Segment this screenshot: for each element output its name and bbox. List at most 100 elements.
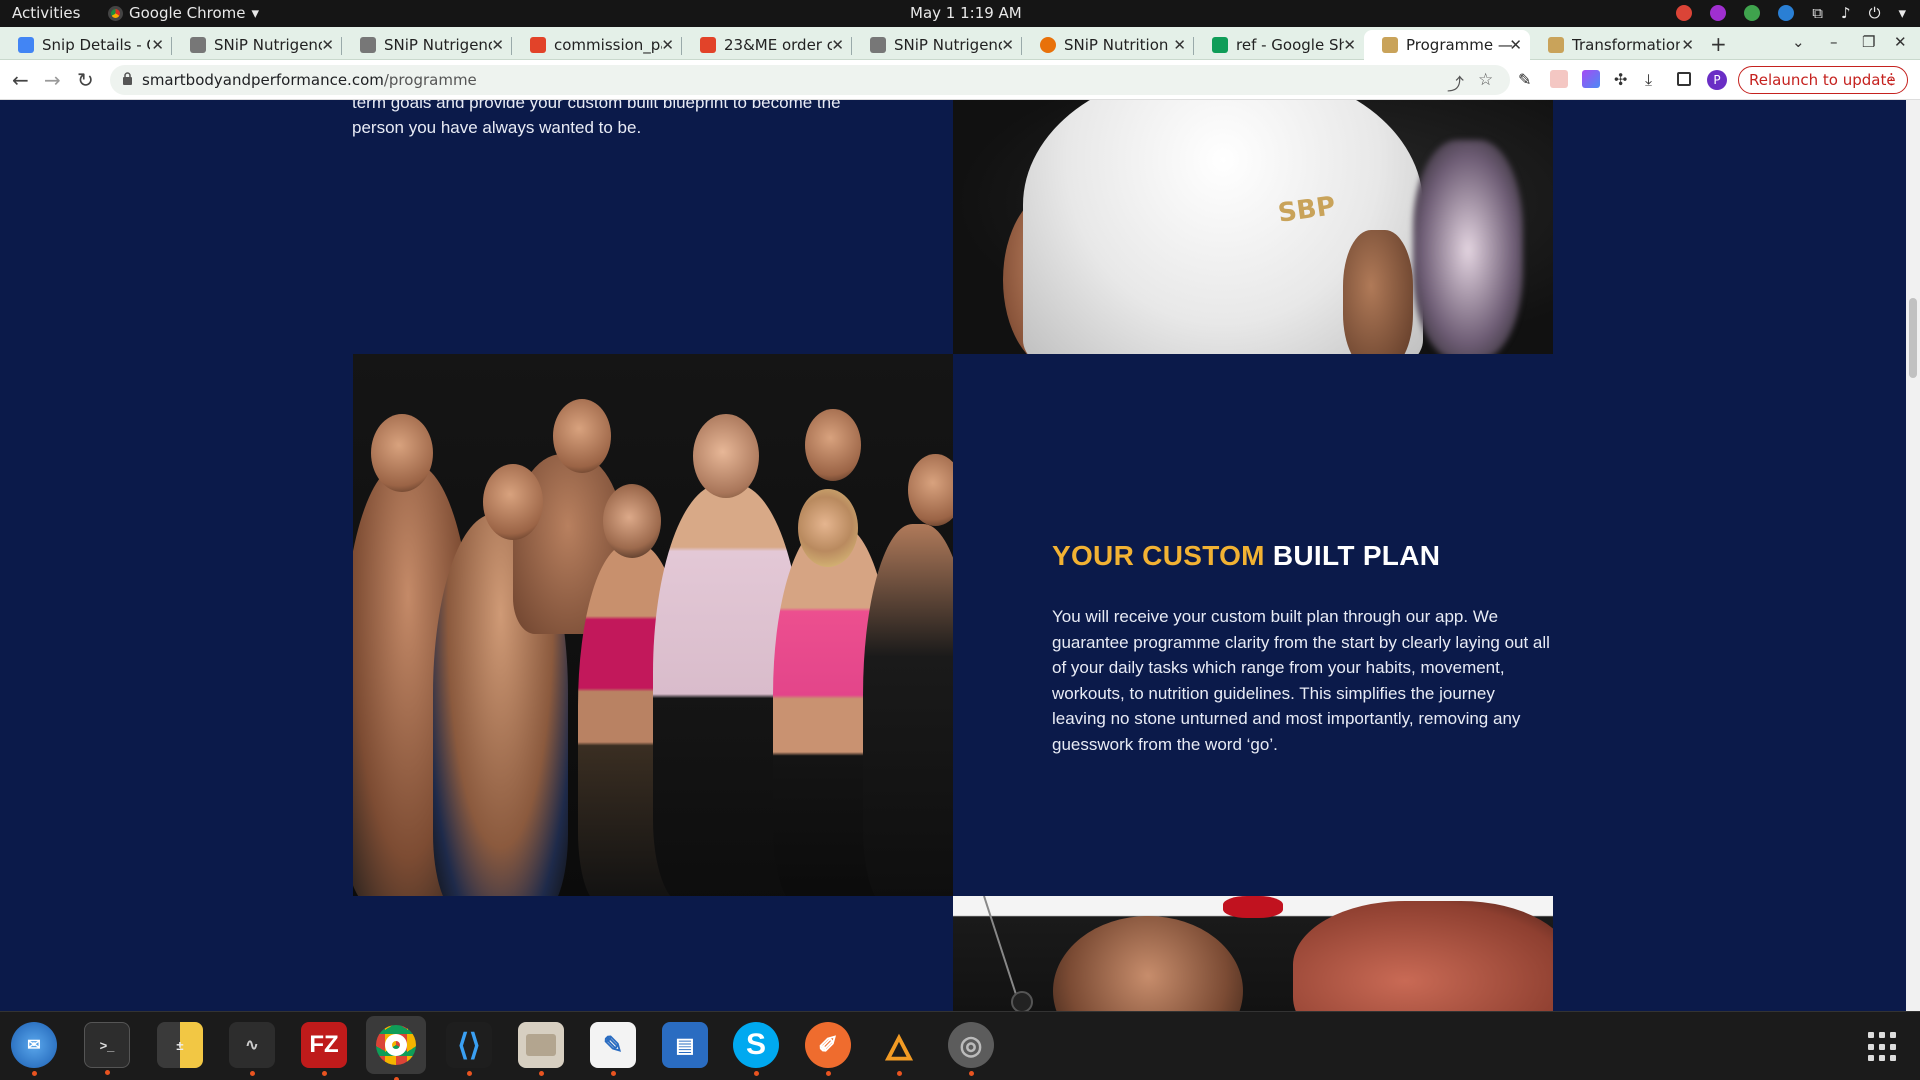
- pencil-icon: ✎: [602, 1031, 624, 1059]
- tab-title: commission_pa: [554, 36, 662, 54]
- tab-title: SNiP Nutrigeno: [384, 36, 492, 54]
- download-icon[interactable]: ⤓: [1645, 70, 1663, 89]
- skype-launcher[interactable]: S: [733, 1022, 779, 1076]
- tab-commission[interactable]: commission_pa ✕: [512, 30, 682, 60]
- pen-extension-icon[interactable]: [1582, 70, 1600, 88]
- app-menu[interactable]: Google Chrome ▾: [108, 4, 259, 22]
- lock-icon: [123, 72, 132, 85]
- postman-launcher[interactable]: ✐: [805, 1022, 851, 1076]
- libreoffice-writer-launcher[interactable]: ▤: [662, 1022, 708, 1068]
- chrome-launcher[interactable]: [366, 1016, 426, 1080]
- ubuntu-dock: ✉ >_ ± ∿ FZ ⟨⟩ ✎ ▤ S ✐ 🜂 ◎: [0, 1011, 1920, 1080]
- close-icon[interactable]: ✕: [1681, 36, 1694, 54]
- bookmark-star-icon[interactable]: ☆: [1478, 70, 1493, 90]
- close-icon[interactable]: ✕: [1001, 36, 1014, 54]
- snip-icon: [360, 37, 376, 53]
- text-editor-launcher[interactable]: ✎: [590, 1022, 636, 1076]
- chevron-down-icon[interactable]: ▾: [1898, 4, 1906, 22]
- thunderbird-launcher[interactable]: ✉: [11, 1022, 57, 1076]
- photo-detail: [1293, 901, 1553, 1011]
- photo-detail: [603, 484, 661, 558]
- snip-icon: [190, 37, 206, 53]
- terminal-launcher[interactable]: >_: [84, 1022, 130, 1075]
- sync-tray-icon[interactable]: [1778, 5, 1795, 21]
- relaunch-button[interactable]: Relaunch to update ⋮: [1738, 66, 1908, 94]
- flame-icon: 🜂: [884, 1029, 914, 1068]
- hotshots-launcher[interactable]: 🜂: [876, 1022, 922, 1076]
- close-icon[interactable]: ✕: [1173, 36, 1186, 54]
- close-icon[interactable]: ✕: [151, 36, 164, 54]
- tab-snip-nutrigeno-1[interactable]: SNiP Nutrigeno ✕: [172, 30, 342, 60]
- minimize-button[interactable]: –: [1830, 33, 1838, 51]
- system-monitor-launcher[interactable]: ∿: [229, 1022, 275, 1076]
- disk-icon: ◎: [959, 1029, 983, 1060]
- calendar-extension-icon[interactable]: [1550, 70, 1568, 88]
- tab-search-button[interactable]: ⌄: [1792, 33, 1805, 51]
- url-host: smartbodyandperformance.com: [142, 71, 384, 89]
- tab-snip-nutrition[interactable]: SNiP Nutrition ✕: [1022, 30, 1194, 60]
- close-icon[interactable]: ✕: [491, 36, 504, 54]
- activities-button[interactable]: Activities: [12, 4, 80, 22]
- tab-23andme-order[interactable]: 23&ME order cl ✕: [682, 30, 852, 60]
- disk-utility-launcher[interactable]: ◎: [948, 1022, 994, 1076]
- gitlab-icon: [530, 37, 546, 53]
- app-tray-icon[interactable]: [1710, 5, 1727, 21]
- network-icon[interactable]: ⧉: [1812, 4, 1823, 22]
- tab-ref-sheet[interactable]: ref - Google She ✕: [1194, 30, 1364, 60]
- url-path: /programme: [383, 71, 477, 89]
- volume-icon[interactable]: ♪: [1841, 4, 1851, 22]
- share-icon[interactable]: ⤴: [1447, 70, 1464, 95]
- relaunch-label: Relaunch to update: [1749, 71, 1896, 89]
- sheets-icon: [1212, 37, 1228, 53]
- close-icon[interactable]: ✕: [1509, 36, 1522, 54]
- eyedropper-extension-icon[interactable]: ✎: [1518, 70, 1536, 89]
- profile-avatar[interactable]: P: [1707, 70, 1727, 90]
- page-scrollbar[interactable]: [1906, 100, 1920, 1011]
- document-icon: ▤: [675, 1034, 695, 1057]
- tab-transformation[interactable]: Transformation ✕: [1530, 30, 1702, 60]
- maximize-button[interactable]: ❐: [1862, 33, 1875, 51]
- back-button[interactable]: ←: [12, 68, 29, 92]
- tab-programme[interactable]: Programme — ✕: [1364, 30, 1530, 60]
- filezilla-icon: FZ: [309, 1031, 339, 1058]
- calculator-launcher[interactable]: ±: [157, 1022, 203, 1068]
- close-window-button[interactable]: ✕: [1894, 33, 1907, 51]
- tab-title: SNiP Nutrigeno: [214, 36, 322, 54]
- boxer-photo: [953, 896, 1553, 1011]
- tab-title: 23&ME order cl: [724, 36, 832, 54]
- gitlab-icon: [700, 37, 716, 53]
- reload-button[interactable]: ↻: [77, 68, 94, 92]
- show-apps-grid-icon[interactable]: [1868, 1032, 1898, 1062]
- trainer-photo: SBP: [953, 100, 1553, 354]
- photo-detail: [553, 399, 611, 473]
- filezilla-launcher[interactable]: FZ: [301, 1022, 347, 1076]
- team-group-photo: [353, 354, 953, 896]
- close-icon[interactable]: ✕: [831, 36, 844, 54]
- close-icon[interactable]: ✕: [661, 36, 674, 54]
- photo-detail: [863, 524, 953, 896]
- scrollbar-thumb[interactable]: [1909, 298, 1917, 378]
- tab-title: SNiP Nutrition: [1064, 36, 1169, 54]
- puzzle-extensions-icon[interactable]: ✣: [1614, 70, 1632, 89]
- forward-button[interactable]: →: [44, 68, 61, 92]
- side-panel-icon[interactable]: [1677, 72, 1691, 86]
- photo-detail: [798, 489, 858, 567]
- chrome-tray-icon[interactable]: [1676, 5, 1693, 21]
- tab-snip-details[interactable]: Snip Details - Go ✕: [0, 30, 172, 60]
- clock[interactable]: May 1 1:19 AM: [910, 4, 1022, 22]
- tab-title: ref - Google She: [1236, 36, 1344, 54]
- close-icon[interactable]: ✕: [321, 36, 334, 54]
- monitor-icon: ∿: [245, 1037, 259, 1054]
- address-bar[interactable]: smartbodyandperformance.com/programme ⤴ …: [110, 65, 1510, 95]
- tab-snip-nutrigeno-2[interactable]: SNiP Nutrigeno ✕: [342, 30, 512, 60]
- skype-icon: S: [745, 1028, 766, 1061]
- more-menu-icon[interactable]: ⋮: [1884, 70, 1899, 88]
- power-icon[interactable]: ⏻: [1869, 4, 1881, 22]
- vscode-launcher[interactable]: ⟨⟩: [446, 1022, 492, 1076]
- close-icon[interactable]: ✕: [1343, 36, 1356, 54]
- new-tab-button[interactable]: +: [1710, 32, 1727, 56]
- postman-icon: ✐: [817, 1031, 839, 1059]
- files-launcher[interactable]: [518, 1022, 564, 1076]
- status-tray-icon[interactable]: [1744, 5, 1761, 21]
- tab-snip-nutrigeno-3[interactable]: SNiP Nutrigeno ✕: [852, 30, 1022, 60]
